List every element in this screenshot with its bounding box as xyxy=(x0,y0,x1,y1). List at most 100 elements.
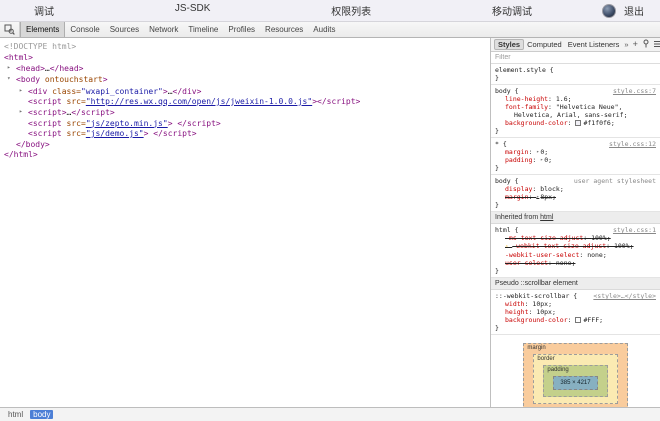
dom-tree-node[interactable]: <html> xyxy=(0,53,490,64)
css-selector[interactable]: html xyxy=(495,226,511,234)
devtools-tab-console[interactable]: Console xyxy=(65,22,104,37)
css-property[interactable]: height: 10px; xyxy=(495,308,656,316)
color-swatch[interactable] xyxy=(575,317,581,323)
breadcrumb-body[interactable]: body xyxy=(30,410,53,419)
devtools-tab-sources[interactable]: Sources xyxy=(105,22,144,37)
css-rule: style.css:1html {-ms-text-size-adjust: 1… xyxy=(491,224,660,278)
panel-menu-icon[interactable] xyxy=(652,40,660,50)
styles-tab-event-listeners[interactable]: Event Listeners xyxy=(565,40,623,49)
css-rules-list: element.style {}style.css:7body {line-he… xyxy=(491,64,660,335)
devtools-tab-audits[interactable]: Audits xyxy=(308,22,340,37)
nav-item-1[interactable]: JS-SDK xyxy=(175,3,211,18)
dom-token-tag: </div> xyxy=(173,86,202,95)
dom-tree-node[interactable]: <script src="js/demo.js"> </script> xyxy=(0,129,490,140)
devtools-tab-network[interactable]: Network xyxy=(144,22,183,37)
expand-arrow[interactable]: ▸ xyxy=(536,194,539,200)
dom-tree-node[interactable]: ▸<script>…</script> xyxy=(0,107,490,118)
color-swatch[interactable] xyxy=(575,120,581,126)
devtools-tab-timeline[interactable]: Timeline xyxy=(183,22,223,37)
css-property[interactable]: margin: ▸8px; xyxy=(495,193,656,201)
css-property[interactable]: -ms-text-size-adjust: 100%; xyxy=(495,234,656,242)
css-selector[interactable]: body xyxy=(495,87,511,95)
styles-tab-computed[interactable]: Computed xyxy=(524,40,565,49)
dom-tree-node[interactable]: ▾<body ontouchstart> xyxy=(0,74,490,85)
devtools-main: <!DOCTYPE html> <html>▸<head>…</head>▾<bo… xyxy=(0,38,660,407)
topnav-links: 调试 JS-SDK 权限列表 移动调试 xyxy=(0,3,602,18)
page-topnav: 调试 JS-SDK 权限列表 移动调试 退出 xyxy=(0,0,660,22)
css-property[interactable]: display: block; xyxy=(495,185,656,193)
avatar[interactable] xyxy=(602,4,616,18)
breadcrumb-html[interactable]: html xyxy=(5,410,26,419)
dom-tree-node[interactable]: ▸<div class="wxapi_container">…</div> xyxy=(0,86,490,97)
style-source-link[interactable]: style.css:1 xyxy=(613,226,656,234)
dom-tree-node[interactable]: <script src="js/zepto.min.js"> </script> xyxy=(0,119,490,130)
dom-tree-node[interactable]: </body> xyxy=(0,140,490,151)
dom-token-tag: <div xyxy=(28,86,47,95)
dom-token-doctype: <!DOCTYPE html> xyxy=(4,42,76,51)
inspect-element-icon[interactable] xyxy=(0,22,20,37)
more-tabs-chevron[interactable]: » xyxy=(622,40,630,49)
nav-item-3[interactable]: 移动调试 xyxy=(492,3,532,18)
new-style-rule-plus-icon[interactable]: + xyxy=(631,40,640,49)
devtools-tab-profiles[interactable]: Profiles xyxy=(223,22,260,37)
dom-token-tag: <script xyxy=(28,119,62,128)
padding-label: padding xyxy=(547,367,568,373)
expand-arrow[interactable]: ▸ xyxy=(19,107,28,118)
styles-filter-row xyxy=(491,52,660,64)
logout-link[interactable]: 退出 xyxy=(624,3,644,18)
node-link[interactable]: html xyxy=(540,214,553,221)
devtools-tab-elements[interactable]: Elements xyxy=(20,22,65,37)
dom-token-tag: </html> xyxy=(4,150,38,159)
resource-link[interactable]: "js/demo.js" xyxy=(86,129,144,138)
css-property[interactable]: width: 10px; xyxy=(495,300,656,308)
dom-token-tag: </script> xyxy=(153,129,196,138)
css-property[interactable]: background-color: #FFF; xyxy=(495,316,656,324)
box-model-content[interactable]: 385 × 4217 xyxy=(553,376,597,390)
resource-link[interactable]: "http://res.wx.qq.com/open/js/jweixin-1.… xyxy=(86,97,312,106)
css-property[interactable]: user-select: none; xyxy=(495,259,656,267)
dom-token-attr: src= xyxy=(62,97,86,106)
nav-item-0[interactable]: 调试 xyxy=(34,3,54,18)
expand-arrow[interactable]: ▾ xyxy=(7,74,16,85)
dom-token-attr: class= xyxy=(47,86,81,95)
magnifier-icon xyxy=(4,24,15,35)
dom-token-tag: <script xyxy=(28,129,62,138)
css-rule: element.style {} xyxy=(491,64,660,85)
box-model-padding[interactable]: padding 385 × 4217 xyxy=(543,365,607,397)
expand-arrow[interactable]: ▸ xyxy=(7,63,16,74)
expand-arrow[interactable]: ▸ xyxy=(19,86,28,97)
css-property[interactable]: font-family: "Helvetica Neue", Helvetica… xyxy=(495,103,656,119)
dom-tree-node[interactable]: <!DOCTYPE html> xyxy=(0,42,490,53)
css-property[interactable]: margin: ▸0; xyxy=(495,148,656,156)
resource-link[interactable]: "js/zepto.min.js" xyxy=(86,119,168,128)
dom-tree-node[interactable]: </html> xyxy=(0,150,490,161)
styles-filter-input[interactable] xyxy=(495,54,656,61)
dom-token-tag: <script> xyxy=(28,108,67,117)
expand-arrow[interactable]: ▸ xyxy=(536,149,539,155)
dom-token-attr: ontouchstart xyxy=(40,75,103,84)
nav-item-2[interactable]: 权限列表 xyxy=(331,3,371,18)
css-selector[interactable]: ::-webkit-scrollbar xyxy=(495,292,569,300)
box-model-margin[interactable]: margin border padding 385 × 4217 xyxy=(523,343,627,407)
devtools-tab-resources[interactable]: Resources xyxy=(260,22,308,37)
dom-token-tag: ></script> xyxy=(312,97,360,106)
css-property[interactable]: -webkit-user-select: none; xyxy=(495,251,656,259)
style-source-link: user agent stylesheet xyxy=(574,177,656,185)
style-source-link[interactable]: style.css:7 xyxy=(613,87,656,95)
element-state-pin-icon[interactable] xyxy=(640,39,652,50)
css-property[interactable]: ⚠ -webkit-text-size-adjust: 100%; xyxy=(495,242,656,251)
dom-tree-node[interactable]: ▸<head>…</head> xyxy=(0,63,490,74)
css-property[interactable]: padding: ▸0; xyxy=(495,156,656,164)
css-selector[interactable]: body xyxy=(495,177,511,185)
style-source-link[interactable]: style.css:12 xyxy=(609,140,656,148)
css-property[interactable]: line-height: 1.6; xyxy=(495,95,656,103)
styles-tab-styles[interactable]: Styles xyxy=(494,39,524,50)
dom-tree-node[interactable]: <script src="http://res.wx.qq.com/open/j… xyxy=(0,97,490,108)
expand-arrow[interactable]: ▸ xyxy=(540,157,543,163)
css-property[interactable]: background-color: #f1f0f6; xyxy=(495,119,656,127)
topnav-right: 退出 xyxy=(602,3,660,18)
style-source-link[interactable]: <style>…</style> xyxy=(593,292,656,300)
dom-token-attr: src= xyxy=(62,129,86,138)
css-selector[interactable]: element.style xyxy=(495,66,546,74)
box-model-border[interactable]: border padding 385 × 4217 xyxy=(533,354,617,404)
